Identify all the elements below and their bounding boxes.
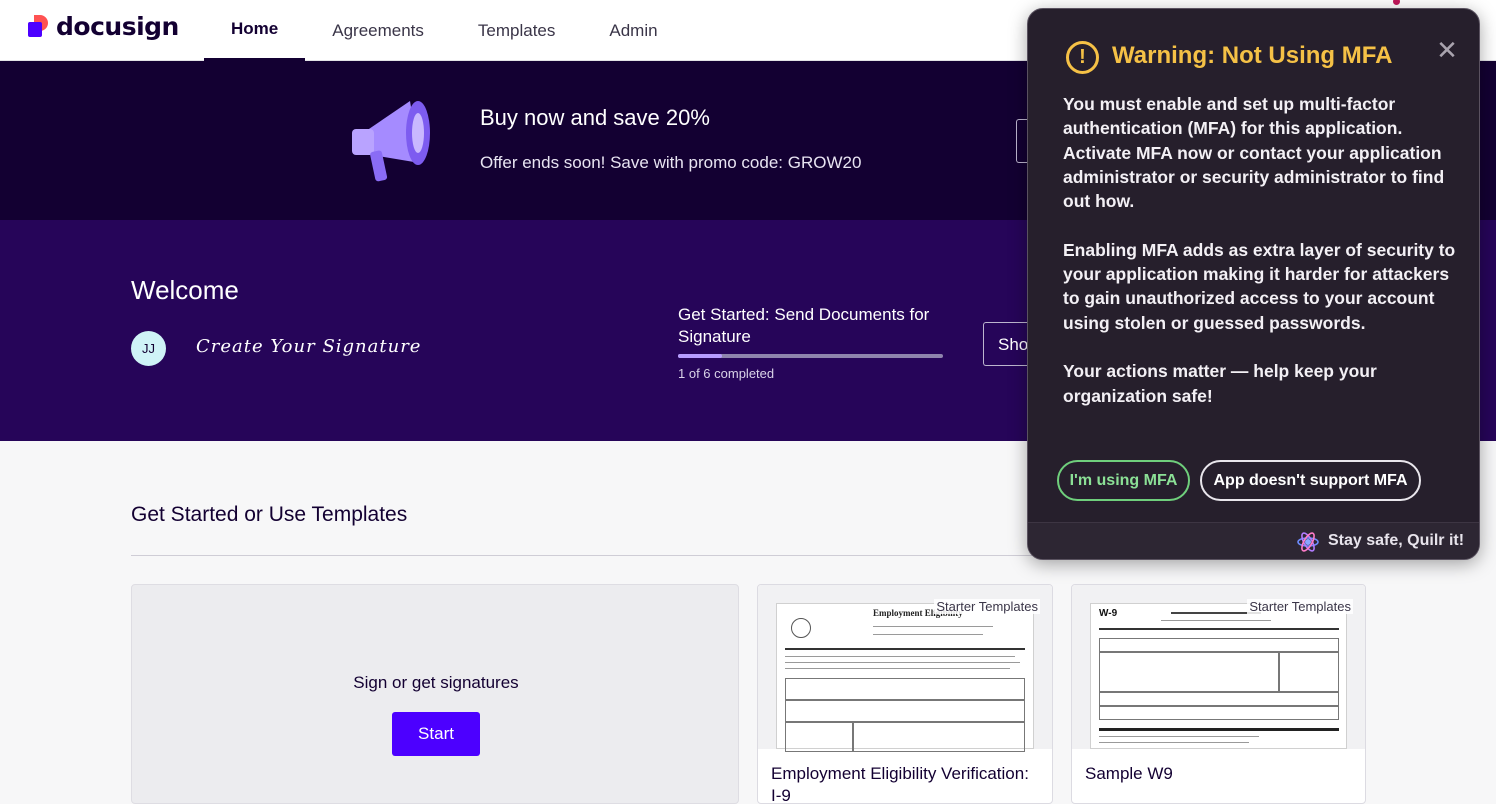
template-thumbnail: W-9 Starter Templates [1072,585,1365,749]
get-started-title: Get Started: Send Documents for Signatur… [678,305,930,346]
mfa-paragraph: Enabling MFA adds as extra layer of secu… [1063,239,1456,333]
tab-agreements[interactable]: Agreements [305,0,451,61]
promo-title: Buy now and save 20% [480,105,710,130]
mfa-paragraph: You must enable and set up multi-factor … [1063,94,1445,212]
template-name: Employment Eligibility Verification: I-9 [771,764,1029,804]
start-button[interactable]: Start [392,712,480,756]
template-tag: Starter Templates [1247,599,1353,614]
welcome-title: Welcome [131,275,239,305]
seal-icon [791,618,811,638]
progress-label: 1 of 6 completed [678,366,775,381]
megaphone-icon [352,101,430,182]
tab-home[interactable]: Home [204,0,306,61]
mfa-footer-text: Stay safe, Quilr it! [1328,532,1465,549]
template-card-w9[interactable]: W-9 Starter Templates Sample W9 [1071,584,1366,804]
docusign-logo[interactable]: docusign [28,12,179,41]
quilr-logo-icon [1297,532,1319,552]
mfa-footer: Stay safe, Quilr it! [1028,522,1479,559]
sign-card-label: Sign or get signatures [353,673,519,692]
progress-bar [678,354,943,358]
template-thumbnail: Employment Eligibility Starter Templates [758,585,1052,752]
mfa-message: You must enable and set up multi-factor … [1063,92,1463,432]
document-preview: Employment Eligibility [776,603,1034,752]
document-preview: W-9 [1090,603,1347,749]
mfa-paragraph: Your actions matter — help keep your org… [1063,361,1377,406]
tab-admin[interactable]: Admin [582,0,684,61]
section-title: Get Started or Use Templates [131,503,408,526]
template-tag: Starter Templates [934,599,1040,614]
app-no-mfa-button[interactable]: App doesn't support MFA [1200,460,1421,501]
using-mfa-button[interactable]: I'm using MFA [1057,460,1190,501]
thumb-title: W-9 [1099,608,1118,619]
sign-card: Sign or get signatures Start [131,584,739,804]
create-signature-link[interactable]: Create Your Signature [196,336,421,357]
avatar[interactable]: JJ [131,331,166,366]
docusign-logo-icon [28,14,50,39]
nav-tabs: Home Agreements Templates Admin [204,0,685,61]
mfa-warning-dialog: ! Warning: Not Using MFA ✕ You must enab… [1027,8,1480,560]
notification-dot [1393,0,1400,5]
template-card-i9[interactable]: Employment Eligibility Starter Templates… [757,584,1053,804]
warning-icon: ! [1066,41,1099,74]
close-icon[interactable]: ✕ [1434,37,1460,63]
tab-templates[interactable]: Templates [451,0,582,61]
template-name: Sample W9 [1085,764,1173,783]
brand-name: docusign [56,12,179,41]
progress-bar-fill [678,354,723,358]
mfa-title: Warning: Not Using MFA [1112,42,1393,69]
promo-subtitle: Offer ends soon! Save with promo code: G… [480,153,862,172]
